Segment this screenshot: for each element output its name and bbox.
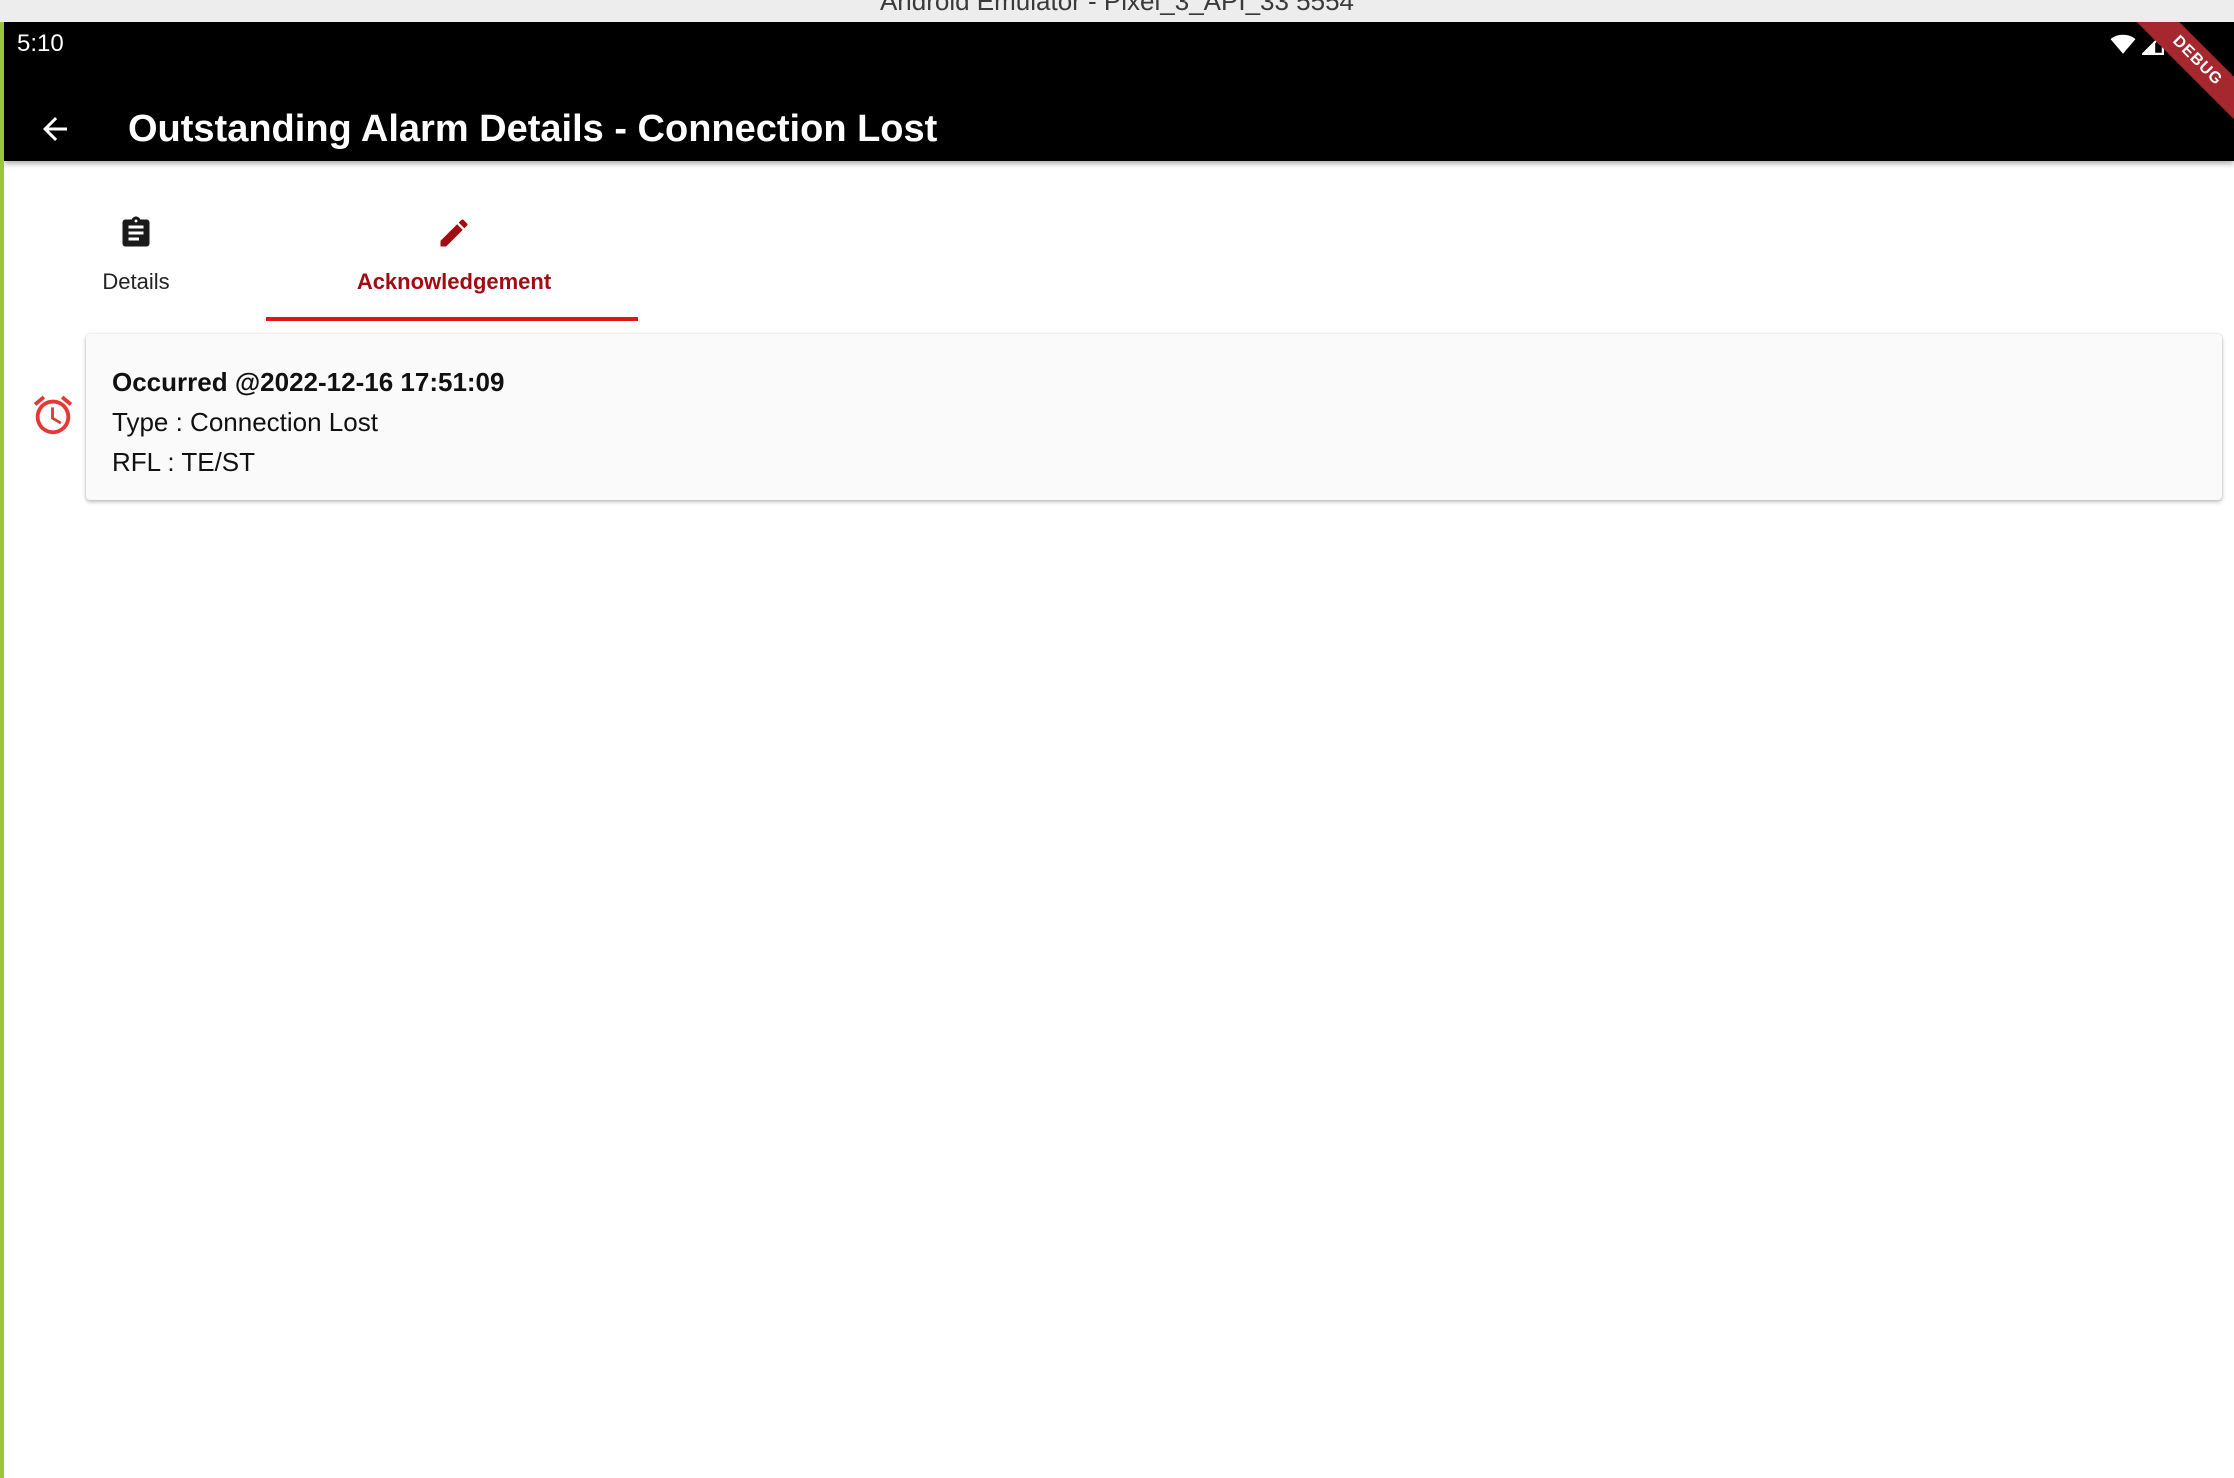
status-bar-time: 5:10	[17, 30, 64, 57]
app-bar: 5:10 DEBUG Outstanding Alarm Details - C…	[4, 22, 2234, 161]
pencil-icon	[434, 213, 474, 253]
arrow-back-icon	[37, 111, 73, 152]
alarm-list-item: Occurred @2022-12-16 17:51:09 Type : Con…	[4, 334, 2234, 504]
tab-details[interactable]: Details	[4, 161, 268, 321]
clipboard-icon	[116, 213, 156, 253]
tab-acknowledgement[interactable]: Acknowledgement	[268, 161, 640, 321]
tab-bar: Details Acknowledgement	[4, 161, 2234, 321]
alarm-card[interactable]: Occurred @2022-12-16 17:51:09 Type : Con…	[86, 334, 2222, 500]
page-title: Outstanding Alarm Details - Connection L…	[128, 108, 938, 150]
alarm-clock-icon	[30, 392, 76, 438]
back-button[interactable]	[30, 106, 80, 156]
device-screen: 5:10 DEBUG Outstanding Alarm Details - C…	[0, 22, 2234, 1478]
wifi-icon	[2110, 33, 2136, 60]
selected-tab-indicator	[266, 317, 638, 321]
alarm-type: Type : Connection Lost	[112, 407, 378, 437]
alarm-rfl: RFL : TE/ST	[112, 447, 256, 477]
tab-details-label: Details	[102, 269, 170, 294]
tab-acknowledgement-label: Acknowledgement	[356, 269, 552, 294]
emulator-window-title-bar: Android Emulator - Pixel_3_API_33 5554	[0, 0, 2234, 22]
alarm-occurred: Occurred @2022-12-16 17:51:09	[112, 367, 505, 397]
emulator-window-title: Android Emulator - Pixel_3_API_33 5554	[879, 0, 1355, 16]
